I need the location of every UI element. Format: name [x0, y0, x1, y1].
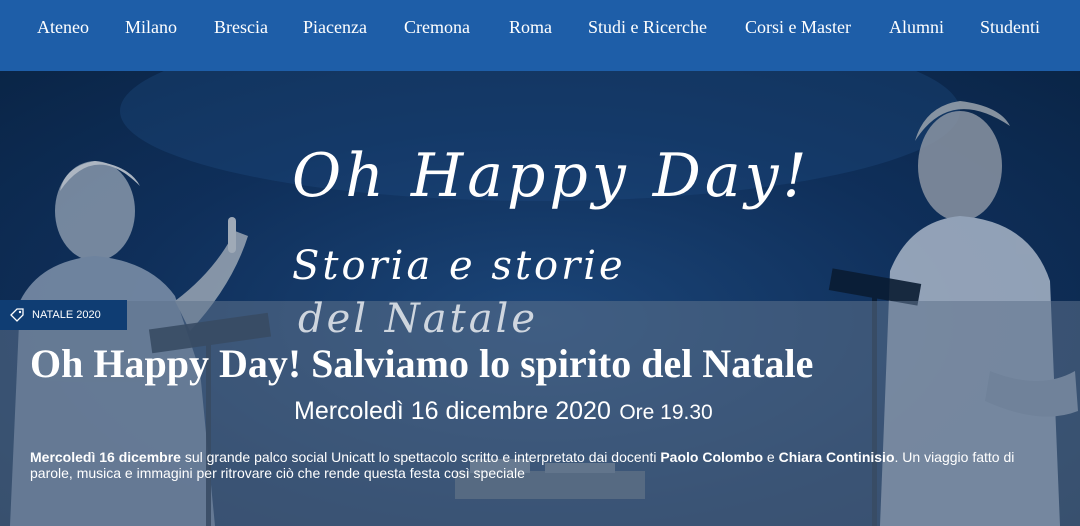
- script-title-line-3: del Natale: [298, 296, 539, 342]
- description-text-2: e: [763, 449, 779, 465]
- script-title-line-2: Storia e storie: [292, 243, 626, 289]
- script-title-line-1: Oh Happy Day!: [292, 141, 811, 211]
- nav-item-cremona[interactable]: Cremona: [404, 17, 470, 38]
- event-headline[interactable]: Oh Happy Day! Salviamo lo spirito del Na…: [30, 344, 960, 384]
- nav-item-studenti[interactable]: Studenti: [980, 17, 1040, 38]
- nav-item-brescia[interactable]: Brescia: [214, 17, 268, 38]
- nav-item-corsi-e-master[interactable]: Corsi e Master: [745, 17, 851, 38]
- tag-icon: [10, 308, 24, 322]
- nav-item-piacenza[interactable]: Piacenza: [303, 17, 367, 38]
- description-text-1: sul grande palco social Unicatt lo spett…: [180, 449, 661, 465]
- nav-item-alumni[interactable]: Alumni: [889, 17, 944, 38]
- category-badge[interactable]: NATALE 2020: [0, 300, 127, 330]
- description-date: Mercoledì 16 dicembre: [30, 449, 181, 465]
- nav-item-roma[interactable]: Roma: [509, 17, 552, 38]
- event-date: Mercoledì 16 dicembre 2020: [294, 397, 611, 425]
- nav-item-ateneo[interactable]: Ateneo: [37, 17, 89, 38]
- event-datetime: Mercoledì 16 dicembre 2020 Ore 19.30: [294, 397, 713, 426]
- nav-item-studi-e-ricerche[interactable]: Studi e Ricerche: [588, 17, 707, 38]
- nav-menu: Ateneo Milano Brescia Piacenza Cremona R…: [0, 0, 1080, 56]
- category-badge-label: NATALE 2020: [32, 309, 101, 321]
- top-navigation: Ateneo Milano Brescia Piacenza Cremona R…: [0, 0, 1080, 71]
- hero-banner[interactable]: Oh Happy Day! Storia e storie del Natale…: [0, 71, 1080, 526]
- description-speaker-2: Chiara Continisio: [778, 449, 895, 465]
- description-speaker-1: Paolo Colombo: [660, 449, 764, 465]
- event-time: Ore 19.30: [619, 401, 713, 424]
- event-description: Mercoledì 16 dicembre sul grande palco s…: [30, 449, 1060, 481]
- nav-item-milano[interactable]: Milano: [125, 17, 177, 38]
